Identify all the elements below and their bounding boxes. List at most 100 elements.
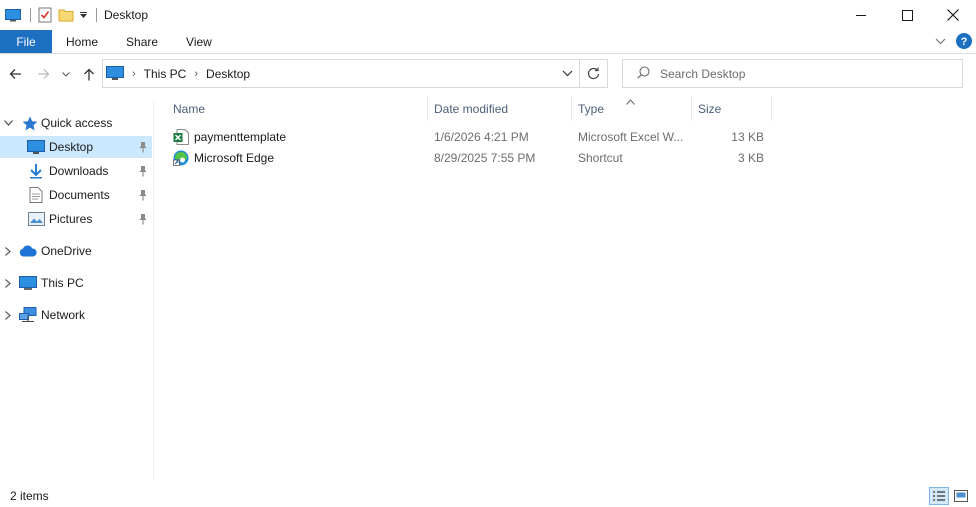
forward-arrow-icon	[37, 69, 49, 79]
quick-access-toolbar: Desktop	[0, 0, 148, 30]
sidebar-item-documents[interactable]: Documents	[0, 184, 152, 206]
breadcrumb-separator-icon[interactable]: ›	[132, 68, 136, 80]
column-header-size[interactable]: Size	[692, 97, 771, 121]
navigation-bar: › This PC › Desktop	[0, 58, 976, 90]
sidebar-item-label: This PC	[41, 276, 84, 290]
pin-icon[interactable]	[138, 189, 148, 201]
this-pc-icon	[106, 65, 124, 82]
sidebar-item-onedrive[interactable]: OneDrive	[0, 240, 152, 262]
sidebar-item-label: Documents	[49, 188, 110, 202]
file-size: 13 KB	[731, 130, 764, 144]
refresh-icon	[587, 67, 600, 80]
file-date-modified: 1/6/2026 4:21 PM	[434, 130, 529, 144]
address-history-chevron-icon[interactable]	[562, 66, 573, 80]
desktop-icon	[27, 139, 45, 155]
pin-icon[interactable]	[138, 141, 148, 153]
search-box[interactable]	[622, 59, 963, 88]
tab-view[interactable]: View	[172, 30, 226, 53]
expanded-chevron-icon[interactable]	[3, 118, 13, 128]
back-arrow-icon	[9, 69, 21, 79]
toolbar-divider	[96, 8, 97, 22]
file-name: paymenttemplate	[194, 130, 287, 144]
collapsed-chevron-icon[interactable]	[3, 246, 13, 256]
up-arrow-icon	[84, 68, 94, 80]
ribbon-tabs: File Home Share View ?	[0, 30, 976, 54]
sidebar-item-this-pc[interactable]: This PC	[0, 272, 152, 294]
recent-locations-button[interactable]	[57, 58, 75, 90]
sidebar-item-network[interactable]: Network	[0, 304, 152, 326]
close-icon	[947, 9, 959, 21]
pictures-icon	[27, 211, 45, 227]
new-folder-icon[interactable]	[57, 6, 75, 24]
details-view-button[interactable]	[929, 487, 949, 505]
sidebar-item-label: Network	[41, 308, 86, 322]
window-controls	[838, 0, 976, 30]
sidebar-item-quick-access[interactable]: Quick access	[0, 112, 152, 134]
sort-ascending-icon	[626, 94, 635, 108]
window-desktop-icon[interactable]	[4, 6, 22, 24]
breadcrumb-separator-icon[interactable]: ›	[194, 68, 198, 80]
column-header-name[interactable]: Name	[167, 97, 427, 121]
minimize-icon	[856, 15, 866, 16]
refresh-button[interactable]	[580, 59, 608, 88]
collapsed-chevron-icon[interactable]	[3, 310, 13, 320]
breadcrumb-desktop[interactable]: Desktop	[206, 67, 250, 81]
file-name: Microsoft Edge	[194, 151, 275, 165]
download-icon	[27, 163, 45, 179]
documents-icon	[27, 187, 45, 203]
tab-home[interactable]: Home	[52, 30, 112, 53]
file-row-microsoft-edge[interactable]: Microsoft Edge 8/29/2025 7:55 PM Shortcu…	[168, 148, 772, 169]
tab-share[interactable]: Share	[112, 30, 172, 53]
sidebar-item-pictures[interactable]: Pictures	[0, 208, 152, 230]
minimize-button[interactable]	[838, 0, 884, 30]
network-icon	[19, 307, 37, 323]
file-type: Microsoft Excel W...	[578, 130, 684, 144]
pin-icon[interactable]	[138, 213, 148, 225]
sidebar-item-label: Pictures	[49, 212, 93, 226]
file-row-paymenttemplate[interactable]: paymenttemplate 1/6/2026 4:21 PM Microso…	[168, 127, 772, 148]
sidebar-item-label: Downloads	[49, 164, 109, 178]
toolbar-divider	[30, 8, 31, 22]
excel-file-icon	[173, 129, 189, 145]
item-count: 2 items	[10, 489, 49, 503]
breadcrumb-this-pc[interactable]: This PC	[144, 67, 187, 81]
column-divider[interactable]	[771, 97, 772, 121]
maximize-button[interactable]	[884, 0, 930, 30]
cloud-icon	[19, 243, 37, 259]
search-input[interactable]	[660, 66, 920, 81]
forward-button[interactable]	[32, 58, 54, 90]
navigation-pane: Quick access Desktop Downloads Documents	[0, 100, 154, 480]
tab-file[interactable]: File	[0, 30, 52, 53]
title-bar: Desktop	[0, 0, 976, 30]
column-header-date-modified[interactable]: Date modified	[428, 97, 571, 121]
status-bar: 2 items	[0, 484, 976, 507]
svg-text:?: ?	[961, 36, 968, 48]
file-date-modified: 8/29/2025 7:55 PM	[434, 151, 536, 165]
collapsed-chevron-icon[interactable]	[3, 278, 13, 288]
pin-icon[interactable]	[138, 165, 148, 177]
window-title: Desktop	[104, 8, 149, 22]
properties-icon[interactable]	[36, 6, 54, 24]
large-icons-view-icon	[954, 490, 968, 502]
address-bar[interactable]: › This PC › Desktop	[102, 59, 580, 88]
close-button[interactable]	[930, 0, 976, 30]
maximize-icon	[901, 9, 913, 21]
sidebar-item-desktop[interactable]: Desktop	[0, 136, 152, 158]
ribbon-right-controls: ?	[935, 33, 972, 49]
up-button[interactable]	[78, 58, 100, 90]
back-button[interactable]	[4, 58, 26, 90]
sidebar-item-label: OneDrive	[41, 244, 92, 258]
edge-shortcut-icon	[173, 150, 189, 166]
help-icon[interactable]: ?	[956, 33, 972, 49]
file-type: Shortcut	[578, 151, 623, 165]
computer-icon	[19, 275, 37, 291]
details-view-icon	[933, 491, 945, 501]
expand-ribbon-chevron-icon[interactable]	[935, 38, 946, 45]
sidebar-item-downloads[interactable]: Downloads	[0, 160, 152, 182]
search-icon	[637, 65, 650, 82]
sidebar-item-label: Desktop	[49, 140, 94, 154]
large-icons-view-button[interactable]	[951, 487, 971, 505]
chevron-down-icon	[62, 71, 70, 77]
sidebar-item-label: Quick access	[41, 116, 113, 130]
customize-toolbar-dropdown-icon[interactable]	[78, 6, 88, 24]
